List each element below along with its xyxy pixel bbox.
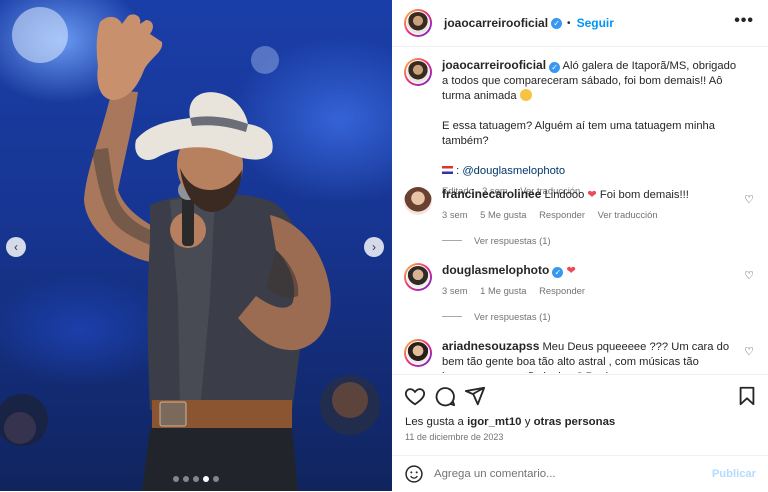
view-replies-label: Ver respuestas (1) [474, 235, 551, 246]
flag-icon [442, 166, 453, 174]
comment-like-heart-icon[interactable]: ♡ [744, 193, 754, 208]
post-panel: joaocarreirooficial ✓ • Seguir ••• joaoc… [392, 0, 768, 491]
post-media[interactable]: ‹ › [0, 0, 392, 491]
comment-username[interactable]: ariadnesouzapss [442, 339, 539, 353]
comment-text-after: Foi bom demais!!! [599, 189, 689, 201]
author-username[interactable]: joaocarreirooficial [444, 16, 548, 30]
carousel-dots [0, 476, 392, 482]
chevron-left-icon[interactable]: ‹ [6, 237, 26, 257]
bookmark-icon[interactable] [736, 385, 758, 407]
verified-icon: ✓ [552, 267, 564, 278]
view-replies-button[interactable]: Ver respuestas (1) [442, 235, 551, 246]
comment-icon[interactable] [434, 385, 456, 407]
comment-like-heart-icon[interactable]: ♡ [744, 345, 754, 360]
avatar[interactable] [404, 187, 432, 215]
avatar[interactable] [404, 339, 432, 367]
verified-icon: ✓ [549, 62, 561, 73]
cowboy-emoji-icon [519, 89, 532, 101]
photo-credit-link[interactable]: @douglasmelophoto [462, 165, 565, 177]
avatar[interactable] [404, 9, 432, 37]
chevron-right-icon[interactable]: › [364, 237, 384, 257]
heart-emoji-icon: ❤ [566, 265, 576, 277]
verified-icon: ✓ [551, 17, 563, 29]
carousel-dot [203, 476, 209, 482]
action-bar [392, 374, 768, 415]
carousel-dot [183, 476, 189, 482]
comment-username[interactable]: francinecarolinee [442, 187, 541, 201]
avatar[interactable] [404, 263, 432, 291]
carousel-dot [173, 476, 179, 482]
more-icon[interactable]: ••• [734, 12, 754, 30]
view-replies-button[interactable]: Ver respuestas (1) [442, 311, 551, 322]
add-comment-bar: Publicar [392, 455, 768, 492]
comment-username[interactable]: douglasmelophoto [442, 263, 549, 277]
likes-user-link[interactable]: igor_mt10 [467, 416, 521, 428]
likes-summary: Les gusta a igor_mt10 y otras personas [405, 416, 615, 428]
photo-credit-prefix: : [456, 165, 460, 177]
post-photo [0, 7, 380, 491]
reply-button[interactable]: Responder [539, 209, 585, 220]
reply-button[interactable]: Responder [539, 285, 585, 296]
likes-prefix: Les gusta a [405, 416, 464, 428]
emoji-icon[interactable] [404, 464, 424, 484]
comment-likes[interactable]: 1 Me gusta [480, 285, 526, 296]
share-icon[interactable] [464, 385, 486, 407]
comments-list[interactable]: joaocarreirooficial ✓ Aló galera de Itapo… [392, 47, 768, 373]
comment-age: 3 sem [442, 285, 468, 296]
carousel-dot [213, 476, 219, 482]
avatar[interactable] [404, 58, 432, 86]
comment-like-heart-icon[interactable]: ♡ [744, 269, 754, 284]
caption-username[interactable]: joaocarreirooficial [442, 58, 546, 72]
post-header: joaocarreirooficial ✓ • Seguir ••• [392, 0, 768, 47]
heart-emoji-icon: ❤ [587, 189, 597, 201]
carousel-dot [193, 476, 199, 482]
comment-age: 3 sem [442, 209, 468, 220]
dot-separator: • [567, 17, 571, 29]
comment-input[interactable] [432, 467, 706, 481]
heart-icon[interactable] [404, 385, 426, 407]
translate-link[interactable]: Ver traducción [598, 209, 658, 220]
likes-others-link[interactable]: otras personas [534, 416, 616, 428]
publish-button[interactable]: Publicar [712, 468, 756, 480]
caption-text-2: E essa tatuagem? Alguém aí tem uma tatua… [442, 120, 716, 147]
comment-text: Lindooo [544, 189, 585, 201]
comment-likes[interactable]: 5 Me gusta [480, 209, 526, 220]
view-replies-label: Ver respuestas (1) [474, 311, 551, 322]
follow-button[interactable]: Seguir [577, 16, 614, 30]
post-date: 11 de diciembre de 2023 [405, 432, 504, 442]
likes-mid: y [524, 416, 531, 428]
